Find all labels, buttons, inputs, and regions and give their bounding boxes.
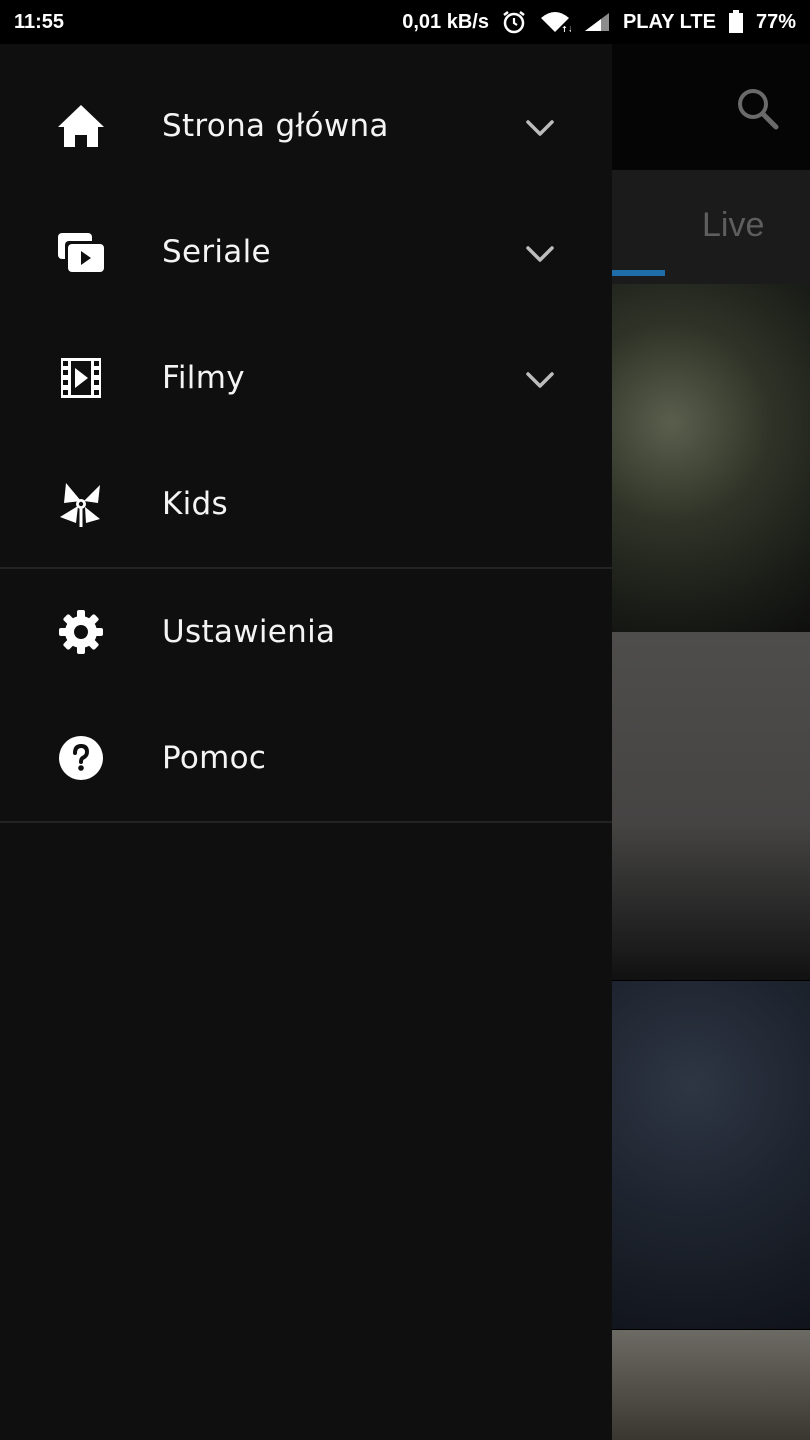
- status-right: 0,01 kB/s ↑↓ PLAY LTE 77%: [402, 9, 796, 35]
- drawer-divider: [0, 821, 612, 823]
- svg-text:↑↓: ↑↓: [561, 25, 571, 34]
- search-icon[interactable]: [735, 86, 779, 130]
- drawer-item-label: Filmy: [162, 360, 245, 396]
- chevron-down-icon[interactable]: [522, 362, 558, 398]
- status-time: 11:55: [14, 10, 65, 33]
- drawer-item-label: Pomoc: [162, 740, 267, 776]
- content-tile[interactable]: [612, 284, 810, 632]
- content-tile[interactable]: [612, 632, 810, 980]
- series-icon: [56, 227, 106, 277]
- pinwheel-icon: [56, 479, 106, 529]
- tab-live[interactable]: Live: [702, 206, 764, 245]
- chevron-down-icon[interactable]: [522, 236, 558, 272]
- battery-percent: 77%: [755, 10, 796, 33]
- wifi-icon: ↑↓: [539, 10, 571, 34]
- signal-icon: [583, 11, 611, 33]
- status-bar: 11:55 0,01 kB/s ↑↓ PLAY LTE 77%: [0, 0, 810, 44]
- battery-icon: [728, 10, 744, 34]
- carrier-name: PLAY LTE: [622, 10, 716, 33]
- gear-icon: [56, 607, 106, 657]
- navigation-drawer: Strona główna Seriale Filmy Kids Ustawie…: [0, 44, 612, 1440]
- alarm-icon: [501, 9, 527, 35]
- drawer-item-label: Seriale: [162, 234, 271, 270]
- help-icon: [56, 733, 106, 783]
- drawer-item-series[interactable]: Seriale: [0, 190, 612, 316]
- home-icon: [56, 101, 106, 151]
- drawer-divider: [0, 567, 612, 569]
- network-speed: 0,01 kB/s: [402, 10, 489, 33]
- drawer-item-kids[interactable]: Kids: [0, 442, 612, 568]
- drawer-item-films[interactable]: Filmy: [0, 316, 612, 442]
- drawer-item-label: Ustawienia: [162, 614, 336, 650]
- drawer-item-help[interactable]: Pomoc: [0, 696, 612, 822]
- chevron-down-icon[interactable]: [522, 110, 558, 146]
- drawer-item-settings[interactable]: Ustawienia: [0, 570, 612, 696]
- drawer-item-label: Kids: [162, 486, 228, 522]
- drawer-item-home[interactable]: Strona główna: [0, 64, 612, 190]
- tab-indicator: [612, 270, 665, 276]
- content-tile[interactable]: [612, 1330, 810, 1440]
- film-icon: [56, 353, 106, 403]
- content-tile[interactable]: [612, 981, 810, 1329]
- drawer-item-label: Strona główna: [162, 108, 389, 144]
